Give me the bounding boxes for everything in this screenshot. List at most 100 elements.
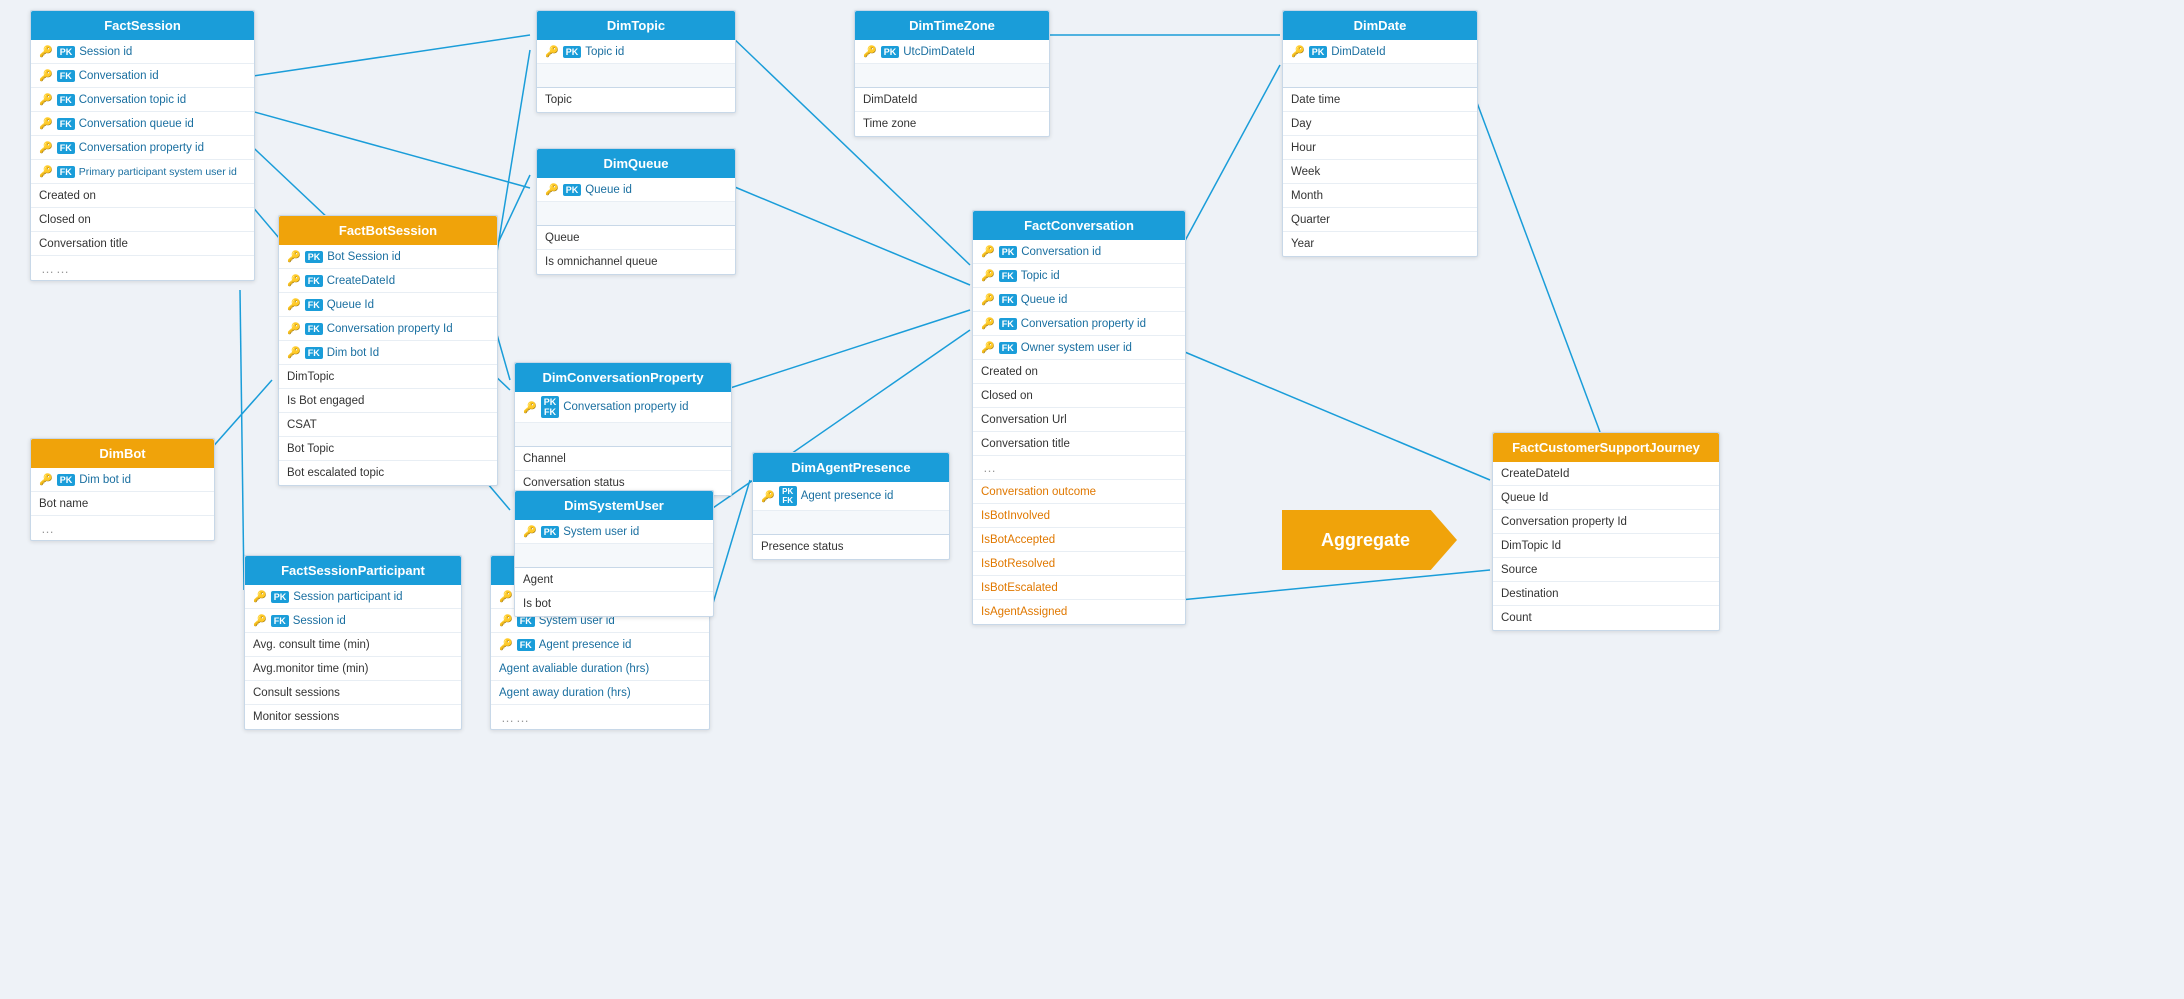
row-label: System user id — [563, 526, 639, 538]
row-label: Topic id — [1021, 270, 1060, 282]
table-dimQueue: DimQueue 🔑PKQueue id Queue Is omnichanne… — [536, 148, 736, 275]
table-row: Source — [1493, 558, 1719, 582]
key-icon: 🔑 — [499, 638, 513, 651]
table-row: 🔑PKSession id — [31, 40, 254, 64]
key-icon: 🔑 — [39, 117, 53, 130]
table-dimBot-header: DimBot — [31, 439, 214, 468]
table-row: DimDateId — [855, 88, 1049, 112]
row-label: CreateDateId — [327, 275, 395, 287]
badge-pk: PK — [563, 46, 582, 58]
row-label: IsBotEscalated — [981, 582, 1058, 594]
row-label: Quarter — [1291, 214, 1330, 226]
badge-fk: FK — [305, 347, 323, 359]
row-label: Topic id — [585, 46, 624, 58]
table-dimTimeZone: DimTimeZone 🔑PKUtcDimDateId DimDateId Ti… — [854, 10, 1050, 137]
table-row — [537, 202, 735, 226]
table-row: 🔑FKSession id — [245, 609, 461, 633]
table-row: 🔑FKConversation property id — [31, 136, 254, 160]
row-label: Conversation outcome — [981, 486, 1096, 498]
table-row: 🔑PKSystem user id — [515, 520, 713, 544]
row-label: Agent away duration (hrs) — [499, 687, 631, 699]
table-row: IsAgentAssigned — [973, 600, 1185, 624]
row-label: Queue id — [585, 184, 632, 196]
badge-fk: FK — [999, 342, 1017, 354]
table-factBotSession-body: 🔑PKBot Session id 🔑 FK CreateDateId 🔑FKQue… — [279, 245, 497, 485]
table-row: IsBotAccepted — [973, 528, 1185, 552]
key-icon: 🔑 — [761, 490, 775, 503]
table-row: 🔑FKQueue Id — [279, 293, 497, 317]
row-label: Bot Session id — [327, 251, 401, 263]
aggregate-arrow: Aggregate — [1282, 510, 1457, 570]
badge-pk: PK — [563, 184, 582, 196]
table-dimDate-body: 🔑PKDimDateId Date time Day Hour Week Mon… — [1283, 40, 1477, 256]
table-factSessionParticipant: FactSessionParticipant 🔑PKSession partic… — [244, 555, 462, 730]
table-row: Closed on — [31, 208, 254, 232]
row-label: Conversation title — [981, 438, 1070, 450]
row-label: Session id — [79, 46, 132, 58]
key-icon: 🔑 — [545, 183, 559, 196]
row-label: Bot name — [39, 498, 88, 510]
table-row: … — [973, 456, 1185, 480]
table-row — [537, 64, 735, 88]
table-row: IsBotResolved — [973, 552, 1185, 576]
table-dimAgentPresence-header: DimAgentPresence — [753, 453, 949, 482]
row-label: Month — [1291, 190, 1323, 202]
table-row: Is omnichannel queue — [537, 250, 735, 274]
row-label: Queue — [545, 232, 580, 244]
key-icon: 🔑 — [499, 614, 513, 627]
table-dimTimeZone-header: DimTimeZone — [855, 11, 1049, 40]
table-row: 🔑FKConversation property Id — [279, 317, 497, 341]
row-label: Conversation property Id — [327, 323, 453, 335]
row-label: Owner system user id — [1021, 342, 1132, 354]
table-row: 🔑FKOwner system user id — [973, 336, 1185, 360]
badge-fk: FK — [271, 615, 289, 627]
table-factCustomerSupportJourney: FactCustomerSupportJourney CreateDateId … — [1492, 432, 1720, 631]
row-label: CSAT — [287, 419, 317, 431]
table-dimTimeZone-body: 🔑PKUtcDimDateId DimDateId Time zone — [855, 40, 1049, 136]
badge-fk: FK — [57, 94, 75, 106]
table-row: Count — [1493, 606, 1719, 630]
badge-pk: PK — [999, 246, 1018, 258]
row-label: Agent avaliable duration (hrs) — [499, 663, 649, 675]
table-factBotSession: FactBotSession 🔑PKBot Session id 🔑 FK Crea… — [278, 215, 498, 486]
table-dimConversationProperty-header: DimConversationProperty — [515, 363, 731, 392]
table-dimAgentPresence: DimAgentPresence 🔑PKFKAgent presence id … — [752, 452, 950, 560]
badge-fk: FK — [57, 166, 75, 178]
key-icon: 🔑 — [253, 590, 267, 603]
table-row: Conversation title — [973, 432, 1185, 456]
row-label: Agent presence id — [801, 490, 894, 502]
table-factCustomerSupportJourney-header: FactCustomerSupportJourney — [1493, 433, 1719, 462]
row-label: Avg.monitor time (min) — [253, 663, 368, 675]
table-row: Bot escalated topic — [279, 461, 497, 485]
table-row: 🔑FKQueue id — [973, 288, 1185, 312]
row-label: Conversation status — [523, 477, 625, 489]
table-row: Presence status — [753, 535, 949, 559]
table-row: Avg.monitor time (min) — [245, 657, 461, 681]
table-factSessionParticipant-header: FactSessionParticipant — [245, 556, 461, 585]
row-label: Closed on — [981, 390, 1033, 402]
table-row: 🔑FKDim bot Id — [279, 341, 497, 365]
table-factBotSession-header: FactBotSession — [279, 216, 497, 245]
row-label: Channel — [523, 453, 566, 465]
table-dimAgentPresence-body: 🔑PKFKAgent presence id Presence status — [753, 482, 949, 559]
table-row: Time zone — [855, 112, 1049, 136]
table-row: Created on — [973, 360, 1185, 384]
row-label: Session participant id — [293, 591, 402, 603]
table-row: 🔑FKConversation topic id — [31, 88, 254, 112]
table-row: IsBotInvolved — [973, 504, 1185, 528]
table-row: Agent avaliable duration (hrs) — [491, 657, 709, 681]
row-label: Queue Id — [1501, 492, 1548, 504]
table-row: 🔑 PKQueue id — [537, 178, 735, 202]
table-row: 🔑PKBot Session id — [279, 245, 497, 269]
row-label: Consult sessions — [253, 687, 340, 699]
key-icon: 🔑 — [287, 298, 301, 311]
key-icon: 🔑 — [981, 245, 995, 258]
table-row: … — [31, 516, 214, 540]
badge-pk: PK — [57, 474, 76, 486]
table-factSessionParticipant-body: 🔑PKSession participant id 🔑FKSession id … — [245, 585, 461, 729]
table-row: 🔑FKConversation queue id — [31, 112, 254, 136]
row-label: Conversation property id — [79, 142, 204, 154]
table-factConversation: FactConversation 🔑PKConversation id 🔑FKT… — [972, 210, 1186, 625]
table-factSession-body: 🔑PKSession id 🔑FKConversation id 🔑FKConv… — [31, 40, 254, 280]
table-dimDate: DimDate 🔑PKDimDateId Date time Day Hour … — [1282, 10, 1478, 257]
